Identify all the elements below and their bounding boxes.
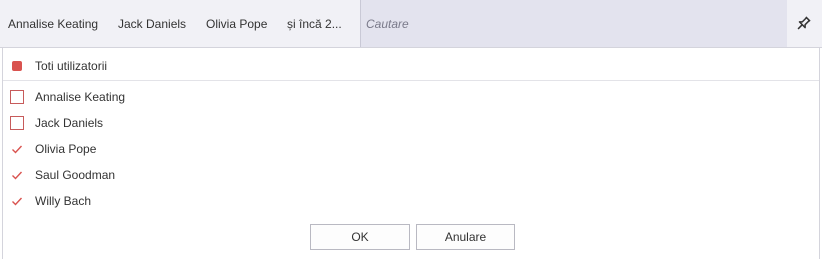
search-input[interactable] xyxy=(361,0,766,47)
checkbox-checked[interactable] xyxy=(10,142,24,156)
selected-chip-annalise-keating[interactable]: Annalise Keating xyxy=(8,17,98,31)
ok-button[interactable]: OK xyxy=(310,224,410,250)
select-all-users[interactable]: Toti utilizatorii xyxy=(10,56,107,76)
checkbox-checked[interactable] xyxy=(10,194,24,208)
select-all-checkbox[interactable] xyxy=(10,59,24,73)
list-item-jack-daniels[interactable]: Jack Daniels xyxy=(10,113,103,133)
list-item-willy-bach[interactable]: Willy Bach xyxy=(10,191,91,211)
user-filter-panel: Toti utilizatorii Annalise Keating Jack … xyxy=(2,48,820,259)
pin-icon[interactable] xyxy=(793,14,813,34)
checkbox-unchecked[interactable] xyxy=(10,116,24,130)
check-icon xyxy=(12,145,23,154)
selected-chip-jack-daniels[interactable]: Jack Daniels xyxy=(118,17,186,31)
list-item-annalise-keating[interactable]: Annalise Keating xyxy=(10,87,125,107)
user-label: Jack Daniels xyxy=(35,116,104,130)
list-item-saul-goodman[interactable]: Saul Goodman xyxy=(10,165,115,185)
divider xyxy=(3,80,819,81)
list-item-olivia-pope[interactable]: Olivia Pope xyxy=(10,139,96,159)
user-label: Willy Bach xyxy=(35,194,92,208)
check-icon xyxy=(12,171,23,180)
selected-users-bar: Annalise Keating Jack Daniels Olivia Pop… xyxy=(0,0,822,48)
user-label: Annalise Keating xyxy=(35,90,126,104)
cancel-button[interactable]: Anulare xyxy=(416,224,515,250)
user-label: Saul Goodman xyxy=(35,168,116,182)
user-label: Olivia Pope xyxy=(35,142,97,156)
search-box xyxy=(360,0,787,47)
checkbox-unchecked[interactable] xyxy=(10,90,24,104)
select-all-label: Toti utilizatorii xyxy=(35,59,108,73)
more-selected-chip[interactable]: și încă 2... xyxy=(287,17,342,31)
selected-chip-olivia-pope[interactable]: Olivia Pope xyxy=(206,17,267,31)
checkbox-checked[interactable] xyxy=(10,168,24,182)
check-icon xyxy=(12,197,23,206)
